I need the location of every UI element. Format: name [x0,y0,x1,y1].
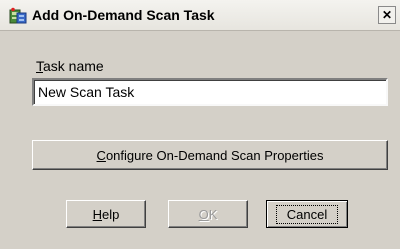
ok-button[interactable]: OK [168,200,248,228]
close-icon: ✕ [381,8,393,22]
task-name-input[interactable] [32,78,388,106]
cancel-button[interactable]: Cancel [266,200,348,228]
scan-task-app-icon [9,7,27,25]
task-name-label: Task name [36,58,104,74]
window-title: Add On-Demand Scan Task [32,7,215,23]
title-bar: Add On-Demand Scan Task ✕ [0,0,400,31]
configure-scan-properties-button[interactable]: Configure On-Demand Scan Properties [32,140,388,170]
help-button[interactable]: Help [66,200,146,228]
cancel-button-label: Cancel [275,204,339,224]
close-button[interactable]: ✕ [378,6,396,24]
